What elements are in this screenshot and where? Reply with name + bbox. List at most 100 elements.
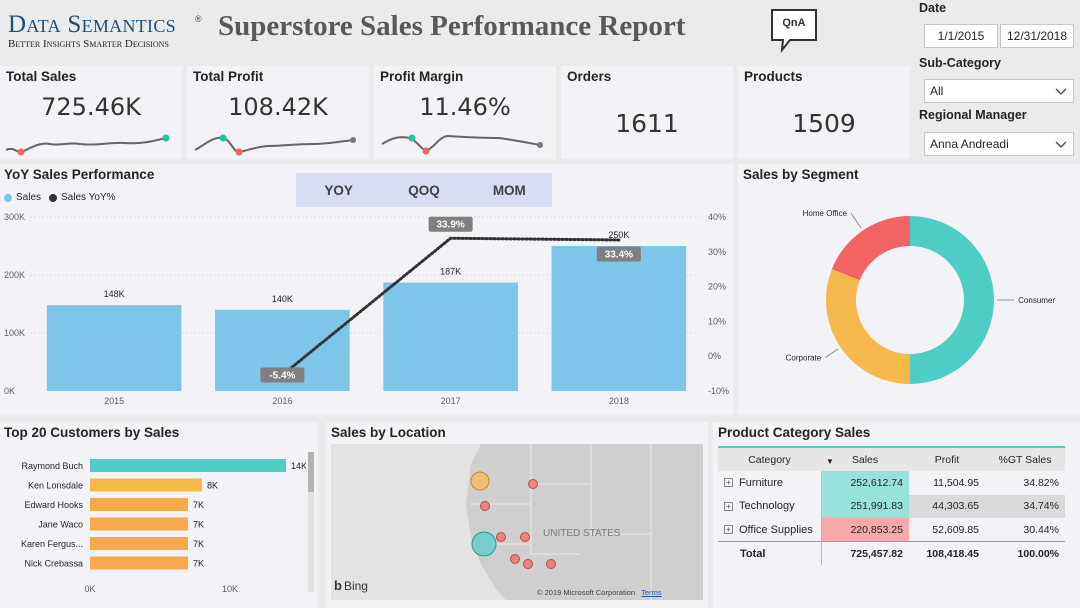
segment-label: Consumer [1018, 296, 1055, 305]
customer-bar [90, 517, 188, 531]
registered-mark: ® [195, 14, 202, 24]
total-profit: 108,418.45 [926, 547, 979, 560]
row-profit: 44,303.65 [909, 494, 985, 518]
x-axis-tick-label: 2016 [272, 396, 292, 406]
manager-dropdown[interactable]: Anna Andreadi [924, 132, 1074, 156]
y-axis-tick-label: 0K [4, 386, 15, 396]
sparkline-max-marker [162, 134, 170, 142]
subcategory-dropdown[interactable]: All [924, 79, 1074, 103]
chevron-down-icon [1055, 88, 1067, 95]
kpi-value: 108.42K [228, 93, 328, 121]
scrollbar-thumb[interactable] [308, 452, 314, 492]
kpi-products[interactable]: Products 1509 [738, 66, 910, 159]
map-bubble[interactable] [470, 471, 490, 491]
location-card: Sales by Location UNITED STATES b Bing ©… [326, 422, 708, 608]
sparkline-min-marker [422, 147, 430, 155]
col-pct[interactable]: %GT Sales [985, 447, 1065, 471]
col-profit[interactable]: Profit [909, 447, 985, 471]
kpi-value: 725.46K [41, 93, 141, 121]
map-bubble[interactable] [528, 479, 538, 489]
row-sales: 251,991.83 [820, 494, 909, 518]
manager-filter-label: Regional Manager [919, 108, 1027, 122]
y2-axis-tick-label: 10% [708, 316, 726, 326]
x-axis-tick-label: 2018 [609, 396, 629, 406]
brand-logo: Data Semantics Better Insights Smarter D… [8, 12, 208, 51]
row-sales: 220,853.25 [820, 518, 909, 542]
y-axis-tick-label: 100K [4, 328, 25, 338]
sparkline [381, 134, 543, 155]
kpi-profit-margin[interactable]: Profit Margin 11.46% [374, 66, 556, 159]
yoy-data-label: -5.4% [269, 370, 295, 381]
table-row[interactable]: + Office Supplies 220,853.25 52,609.85 30… [718, 518, 1065, 542]
customer-data-label: 7K [193, 539, 204, 549]
kpi-total-sales[interactable]: Total Sales 725.46K [0, 66, 182, 159]
customer-bar [90, 498, 188, 511]
date-end-input[interactable]: 12/31/2018 [1000, 24, 1074, 48]
segment-label: Home Office [803, 209, 848, 218]
leader-line [850, 212, 862, 229]
bing-logo: b Bing [334, 578, 368, 593]
table-row[interactable]: + Technology 251,991.83 44,303.65 34.74% [718, 494, 1065, 518]
scrollbar[interactable] [308, 452, 314, 592]
row-pct: 34.82% [1023, 476, 1059, 489]
row-profit: 11,504.95 [933, 476, 979, 489]
copyright-text: © 2019 Microsoft Corporation [537, 588, 636, 597]
expand-icon[interactable]: + [724, 478, 733, 488]
customer-name-label: Karen Fergus... [21, 539, 83, 549]
date-start-input[interactable]: 1/1/2015 [924, 24, 998, 48]
bar-data-label: 140K [272, 294, 293, 304]
customer-name-label: Edward Hooks [24, 500, 83, 510]
customer-data-label: 7K [193, 520, 204, 530]
x-axis-tick-label: 0K [84, 584, 95, 594]
map-bubble[interactable] [523, 559, 533, 569]
customer-data-label: 14K [291, 461, 306, 471]
expand-icon[interactable]: + [724, 501, 733, 511]
y-axis-tick-label: 200K [4, 270, 25, 280]
map-bubble[interactable] [510, 554, 520, 564]
map-bubble[interactable] [546, 559, 556, 569]
bar-data-label: 187K [440, 267, 461, 277]
y2-axis-tick-label: 40% [708, 212, 726, 222]
map-copyright: © 2019 Microsoft Corporation Terms [537, 588, 662, 597]
segment-donut-chart: Consumer Corporate Home Office [786, 209, 1055, 384]
row-sales: 252,612.74 [820, 471, 909, 495]
terms-link[interactable]: Terms [641, 588, 661, 597]
map-bubble[interactable] [496, 532, 506, 542]
map-bubble[interactable] [520, 532, 530, 542]
customer-name-label: Nick Crebassa [24, 559, 83, 569]
row-category: Office Supplies [739, 523, 813, 536]
qna-label: QnA [782, 17, 806, 29]
y2-axis-tick-label: 0% [708, 351, 721, 361]
sort-desc-icon: ▼ [826, 457, 834, 466]
sparkline-last-marker [537, 142, 543, 148]
bing-label: Bing [343, 578, 368, 593]
customer-bar [90, 478, 202, 492]
yoy-data-label: 33.9% [436, 220, 464, 231]
expand-icon[interactable]: + [724, 525, 733, 535]
sales-bar [383, 282, 518, 391]
col-sales[interactable]: ▼ Sales [821, 447, 909, 471]
location-map-title: Sales by Location [331, 425, 446, 440]
sparkline [5, 134, 170, 156]
qna-button[interactable]: QnA [770, 8, 820, 54]
customer-name-label: Jane Waco [38, 520, 83, 530]
kpi-total-profit[interactable]: Total Profit 108.42K [187, 66, 369, 159]
customer-bar [90, 556, 188, 570]
kpi-title: Products [744, 69, 803, 84]
table-row[interactable]: + Furniture 252,612.74 11,504.95 34.82% [718, 471, 1065, 495]
map-bubble[interactable] [480, 501, 490, 511]
col-sales-label: Sales [851, 453, 879, 466]
kpi-orders[interactable]: Orders 1611 [561, 66, 733, 159]
map-area[interactable]: UNITED STATES b Bing © 2019 Microsoft Co… [331, 444, 703, 600]
map-bubble[interactable] [471, 531, 497, 557]
category-table-title: Product Category Sales [718, 425, 871, 440]
total-label: Total [740, 547, 766, 560]
col-category[interactable]: Category [718, 447, 821, 471]
sales-bar [46, 305, 182, 391]
map-canvas: UNITED STATES [331, 444, 703, 600]
customers-bar-chart: Raymond Buch 14K Ken Lonsdale 8K Edward Hook… [21, 459, 306, 594]
map-country-label: UNITED STATES [543, 528, 621, 539]
row-pct: 34.74% [985, 494, 1065, 518]
kpi-value: 11.46% [419, 93, 511, 121]
bar-data-label: 148K [104, 289, 125, 299]
